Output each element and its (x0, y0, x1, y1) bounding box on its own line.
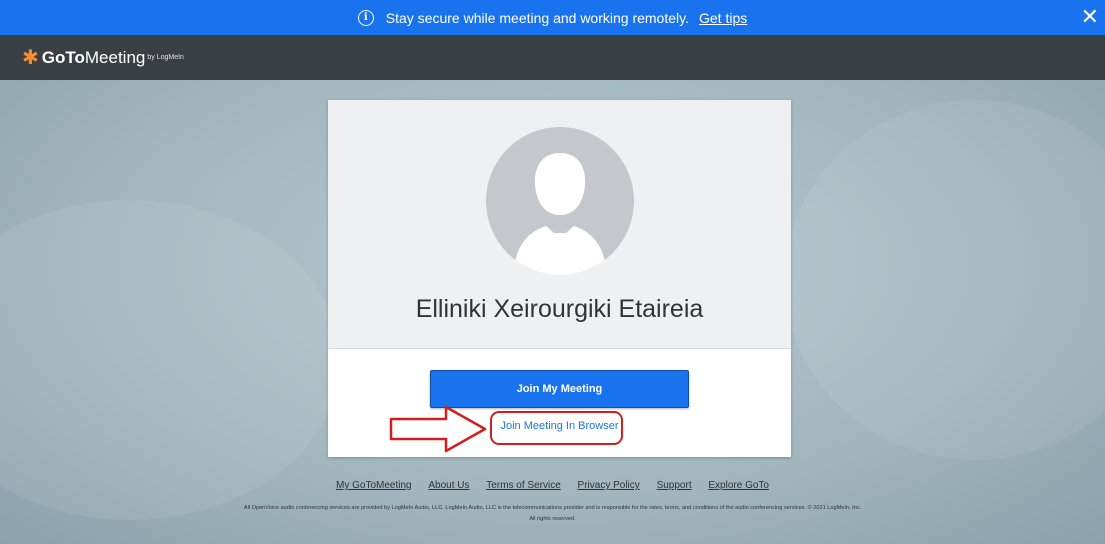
footer-disclaimer: All OpenVoice audio conferencing service… (90, 503, 1015, 525)
footer-links: My GoToMeeting About Us Terms of Service… (0, 480, 1105, 491)
person-silhouette-icon (514, 153, 606, 275)
avatar (486, 127, 634, 275)
footer-link-terms[interactable]: Terms of Service (486, 480, 560, 491)
organizer-panel: Elliniki Xeirourgiki Etaireia (328, 100, 791, 349)
footer-link-support[interactable]: Support (657, 480, 692, 491)
bg-shape (0, 200, 340, 520)
annotation-highlight-box (490, 411, 623, 445)
info-icon: i (357, 9, 374, 26)
disclaimer-text: All OpenVoice audio conferencing service… (243, 505, 862, 511)
close-icon[interactable]: ✕ (1081, 5, 1099, 29)
logo-by-logmein: by LogMeIn (147, 54, 184, 61)
logo-meeting: Meeting (84, 47, 146, 67)
join-my-meeting-button[interactable]: Join My Meeting (430, 370, 689, 408)
footer-link-about-us[interactable]: About Us (428, 480, 469, 491)
security-banner: i Stay secure while meeting and working … (0, 0, 1105, 35)
bg-shape (785, 100, 1105, 460)
organizer-name: Elliniki Xeirourgiki Etaireia (415, 295, 704, 323)
footer-link-privacy[interactable]: Privacy Policy (578, 480, 640, 491)
footer-link-my-gotomeeting[interactable]: My GoToMeeting (336, 480, 412, 491)
get-tips-link[interactable]: Get tips (699, 10, 747, 26)
logo-burst-icon: ✱ (22, 46, 39, 69)
annotation-arrow-icon (389, 405, 487, 453)
banner-message: Stay secure while meeting and working re… (385, 9, 689, 26)
rights-text: All rights reserved. (529, 516, 576, 522)
footer-link-explore-goto[interactable]: Explore GoTo (708, 480, 769, 491)
logo-goto: GoTo (41, 47, 85, 67)
top-bar: ✱ GoTo Meeting by LogMeIn (0, 35, 1105, 80)
gotomeeting-logo: ✱ GoTo Meeting by LogMeIn (22, 48, 184, 68)
